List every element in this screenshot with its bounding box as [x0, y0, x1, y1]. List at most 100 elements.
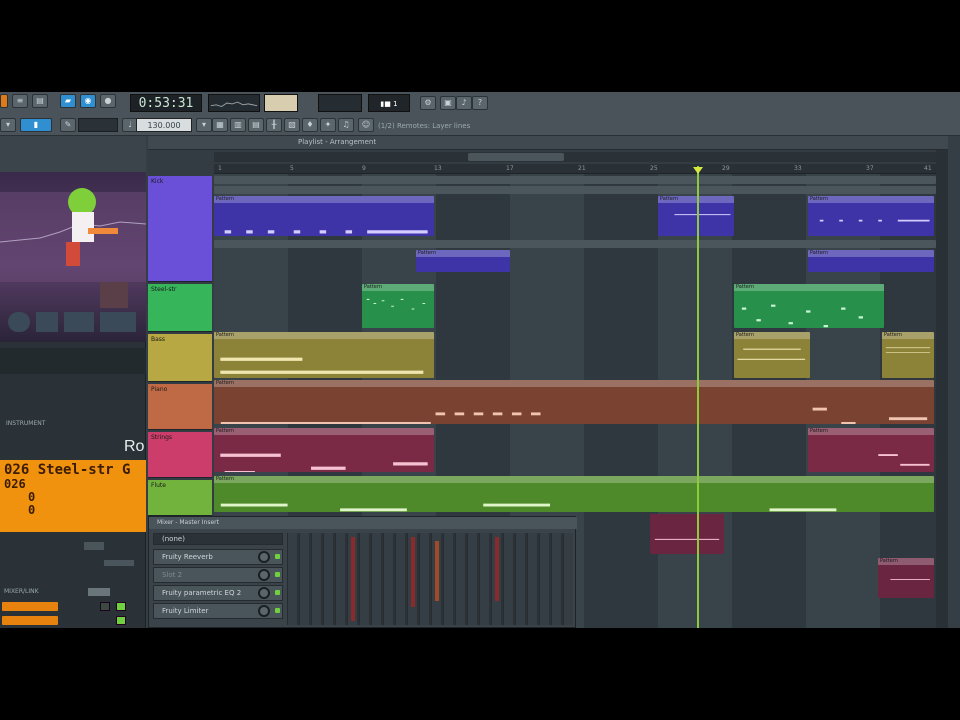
pattern-mode-button[interactable]: ▰: [60, 94, 76, 108]
plugin-icon[interactable]: ♦: [302, 118, 318, 132]
horizontal-scrollbar[interactable]: [214, 152, 936, 162]
mixer-strip[interactable]: [323, 533, 333, 625]
magnet-icon[interactable]: ✎: [60, 118, 76, 132]
track-header-kick[interactable]: Kick: [148, 176, 212, 282]
mixer-strip[interactable]: [371, 533, 381, 625]
song-mode-button[interactable]: ◉: [80, 94, 96, 108]
slot-led[interactable]: [275, 608, 280, 613]
effect-slot[interactable]: Fruity Limiter: [153, 603, 283, 619]
mixer-strip[interactable]: [491, 533, 501, 625]
pattern-clip[interactable]: Pattern: [214, 196, 434, 236]
vertical-scrollbar[interactable]: [936, 150, 948, 628]
pattern-clip[interactable]: [650, 514, 724, 554]
mixer-title[interactable]: Mixer - Master Insert: [149, 517, 577, 529]
wrench-icon[interactable]: ✦: [320, 118, 336, 132]
pattern-clip[interactable]: Pattern: [214, 380, 934, 424]
track-header-flute[interactable]: Flute: [148, 480, 212, 516]
mixer-link-button[interactable]: [88, 588, 110, 596]
pattern-clip[interactable]: Pattern: [362, 284, 434, 328]
mixer-icon[interactable]: ╫: [266, 118, 282, 132]
mixer-strip[interactable]: [335, 533, 345, 625]
playlist-icon[interactable]: ▦: [212, 118, 228, 132]
step-button[interactable]: ▮: [20, 118, 52, 132]
mixer-strip[interactable]: [503, 533, 513, 625]
playhead-marker[interactable]: [693, 167, 703, 174]
pattern-selector[interactable]: ▮■ 1: [368, 94, 410, 112]
pattern-clip[interactable]: Pattern: [808, 428, 934, 472]
timeline-ruler[interactable]: 1 5 9 13 17 21 25 29 33 37 41: [214, 164, 936, 174]
mixer-strip[interactable]: [287, 533, 297, 625]
mix-knob[interactable]: [258, 605, 270, 617]
mixer-strip[interactable]: [539, 533, 549, 625]
channel-led[interactable]: [116, 602, 126, 611]
mixer-strip[interactable]: [455, 533, 465, 625]
mixer-strip[interactable]: [299, 533, 309, 625]
slot-led[interactable]: [275, 554, 280, 559]
mixer-strip[interactable]: [383, 533, 393, 625]
mixer-strip[interactable]: [515, 533, 525, 625]
pattern-clip[interactable]: Pattern: [734, 284, 884, 328]
mixer-strip[interactable]: [479, 533, 489, 625]
lcd-slider[interactable]: [104, 560, 134, 566]
lcd-button[interactable]: [84, 542, 104, 550]
pattern-clip[interactable]: Pattern: [882, 332, 934, 378]
mix-knob[interactable]: [258, 551, 270, 563]
gear-icon[interactable]: ⚙: [420, 96, 436, 110]
effect-slot[interactable]: Fruity Reeverb: [153, 549, 283, 565]
cpu-icon[interactable]: ▣: [440, 96, 456, 110]
track-header-steel[interactable]: Steel-str: [148, 284, 212, 332]
mixer-strip[interactable]: [443, 533, 453, 625]
pattern-clip[interactable]: Pattern: [734, 332, 810, 378]
user-icon[interactable]: ☺: [358, 118, 374, 132]
effect-slot[interactable]: Slot 2: [153, 567, 283, 583]
tempo-dropdown-icon[interactable]: ▾: [196, 118, 212, 132]
mixer-strip[interactable]: [311, 533, 321, 625]
pattern-clip[interactable]: Pattern: [214, 476, 934, 512]
pattern-clip[interactable]: Pattern: [808, 250, 934, 272]
tool-menu-icon[interactable]: ▾: [0, 118, 16, 132]
pattern-clip[interactable]: Pattern: [416, 250, 510, 272]
mix-knob[interactable]: [258, 587, 270, 599]
track-header-bass[interactable]: Bass: [148, 334, 212, 382]
pattern-clip[interactable]: Pattern: [214, 332, 434, 378]
view-menu-button[interactable]: ▤: [32, 94, 48, 108]
mixer-channel-row[interactable]: [2, 602, 58, 611]
snap-selector[interactable]: [78, 118, 118, 132]
pattern-clip[interactable]: Pattern: [658, 196, 734, 236]
mixer-strip[interactable]: [431, 533, 441, 625]
track-header-piano[interactable]: Piano: [148, 384, 212, 430]
edit-menu-button[interactable]: ≡: [12, 94, 28, 108]
pattern-clip[interactable]: Pattern: [214, 428, 434, 472]
slot-selector[interactable]: (none): [153, 533, 283, 545]
mixer-strip[interactable]: [347, 533, 357, 625]
scroll-thumb[interactable]: [468, 153, 564, 161]
microphone-icon[interactable]: ♪: [456, 96, 472, 110]
mixer-strip[interactable]: [407, 533, 417, 625]
mix-knob[interactable]: [258, 569, 270, 581]
mixer-strip[interactable]: [419, 533, 429, 625]
channel-led[interactable]: [116, 616, 126, 625]
pattern-clip[interactable]: Pattern: [878, 558, 934, 598]
mixer-strip[interactable]: [563, 533, 573, 625]
bell-icon[interactable]: ♫: [338, 118, 354, 132]
mixer-strip[interactable]: [395, 533, 405, 625]
slot-led[interactable]: [275, 590, 280, 595]
mixer-strip[interactable]: [359, 533, 369, 625]
browser-icon[interactable]: ▧: [284, 118, 300, 132]
tempo-field[interactable]: 130.000: [136, 118, 192, 132]
channel-fader[interactable]: [100, 602, 110, 611]
file-menu-button[interactable]: [0, 94, 8, 108]
piano-roll-icon[interactable]: ▥: [230, 118, 246, 132]
record-button[interactable]: ●: [100, 94, 116, 108]
playhead-line[interactable]: [697, 166, 699, 628]
track-header-strings[interactable]: Strings: [148, 432, 212, 478]
channel-rack-icon[interactable]: ▤: [248, 118, 264, 132]
mixer-strip[interactable]: [527, 533, 537, 625]
help-icon[interactable]: ?: [472, 96, 488, 110]
slot-led[interactable]: [275, 572, 280, 577]
pattern-clip[interactable]: Pattern: [808, 196, 934, 236]
mixer-strip[interactable]: [467, 533, 477, 625]
mixer-channel-row[interactable]: [2, 616, 58, 625]
effect-slot[interactable]: Fruity parametric EQ 2: [153, 585, 283, 601]
mixer-strip[interactable]: [551, 533, 561, 625]
